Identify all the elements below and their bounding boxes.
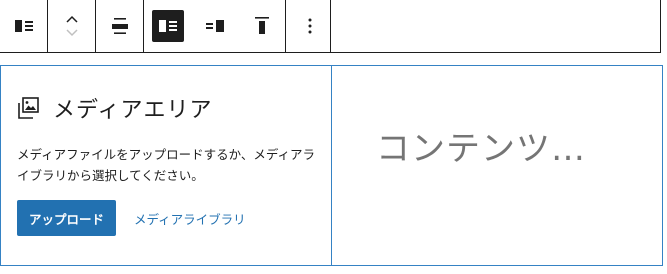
toolbar-group-mover [48,0,96,52]
media-right-button[interactable] [191,0,238,52]
media-left-button[interactable] [144,0,191,52]
media-right-icon [205,20,224,32]
block-type-media-text-icon [14,20,33,32]
media-placeholder[interactable]: メディアエリア メディアファイルをアップロードするか、メディアライブラリから選択… [1,66,332,265]
toolbar-group-media-position [144,0,286,52]
move-up-down-icon [65,15,78,37]
block-toolbar [0,0,331,53]
media-placeholder-instructions: メディアファイルをアップロードするか、メディアライブラリから選択してください。 [17,147,316,183]
upload-button[interactable]: アップロード [17,200,117,236]
media-placeholder-title: メディアエリア [53,98,213,123]
move-up-down-button[interactable] [48,0,95,52]
align-button[interactable] [96,0,143,52]
vertical-align-button[interactable] [238,0,285,52]
media-library-icon [18,97,39,119]
media-library-button[interactable]: メディアライブラリ [134,209,246,228]
media-placeholder-header: メディアエリア [17,92,315,124]
toolbar-group-align [96,0,144,52]
content-placeholder[interactable]: コンテンツ… [376,121,586,170]
toolbar-group-block-type [0,0,48,52]
more-options-icon [308,18,311,34]
media-left-icon [158,20,177,32]
vertical-align-top-icon [254,17,269,34]
media-text-block[interactable]: メディアエリア メディアファイルをアップロードするか、メディアライブラリから選択… [0,65,663,266]
content-area[interactable]: コンテンツ… [332,66,662,265]
more-options-button[interactable] [286,0,333,52]
align-center-icon [111,18,128,34]
toolbar-group-more [286,0,333,52]
media-placeholder-actions: アップロード メディアライブラリ [17,200,315,236]
media-left-active-bg [151,10,184,42]
block-type-button[interactable] [0,0,47,52]
